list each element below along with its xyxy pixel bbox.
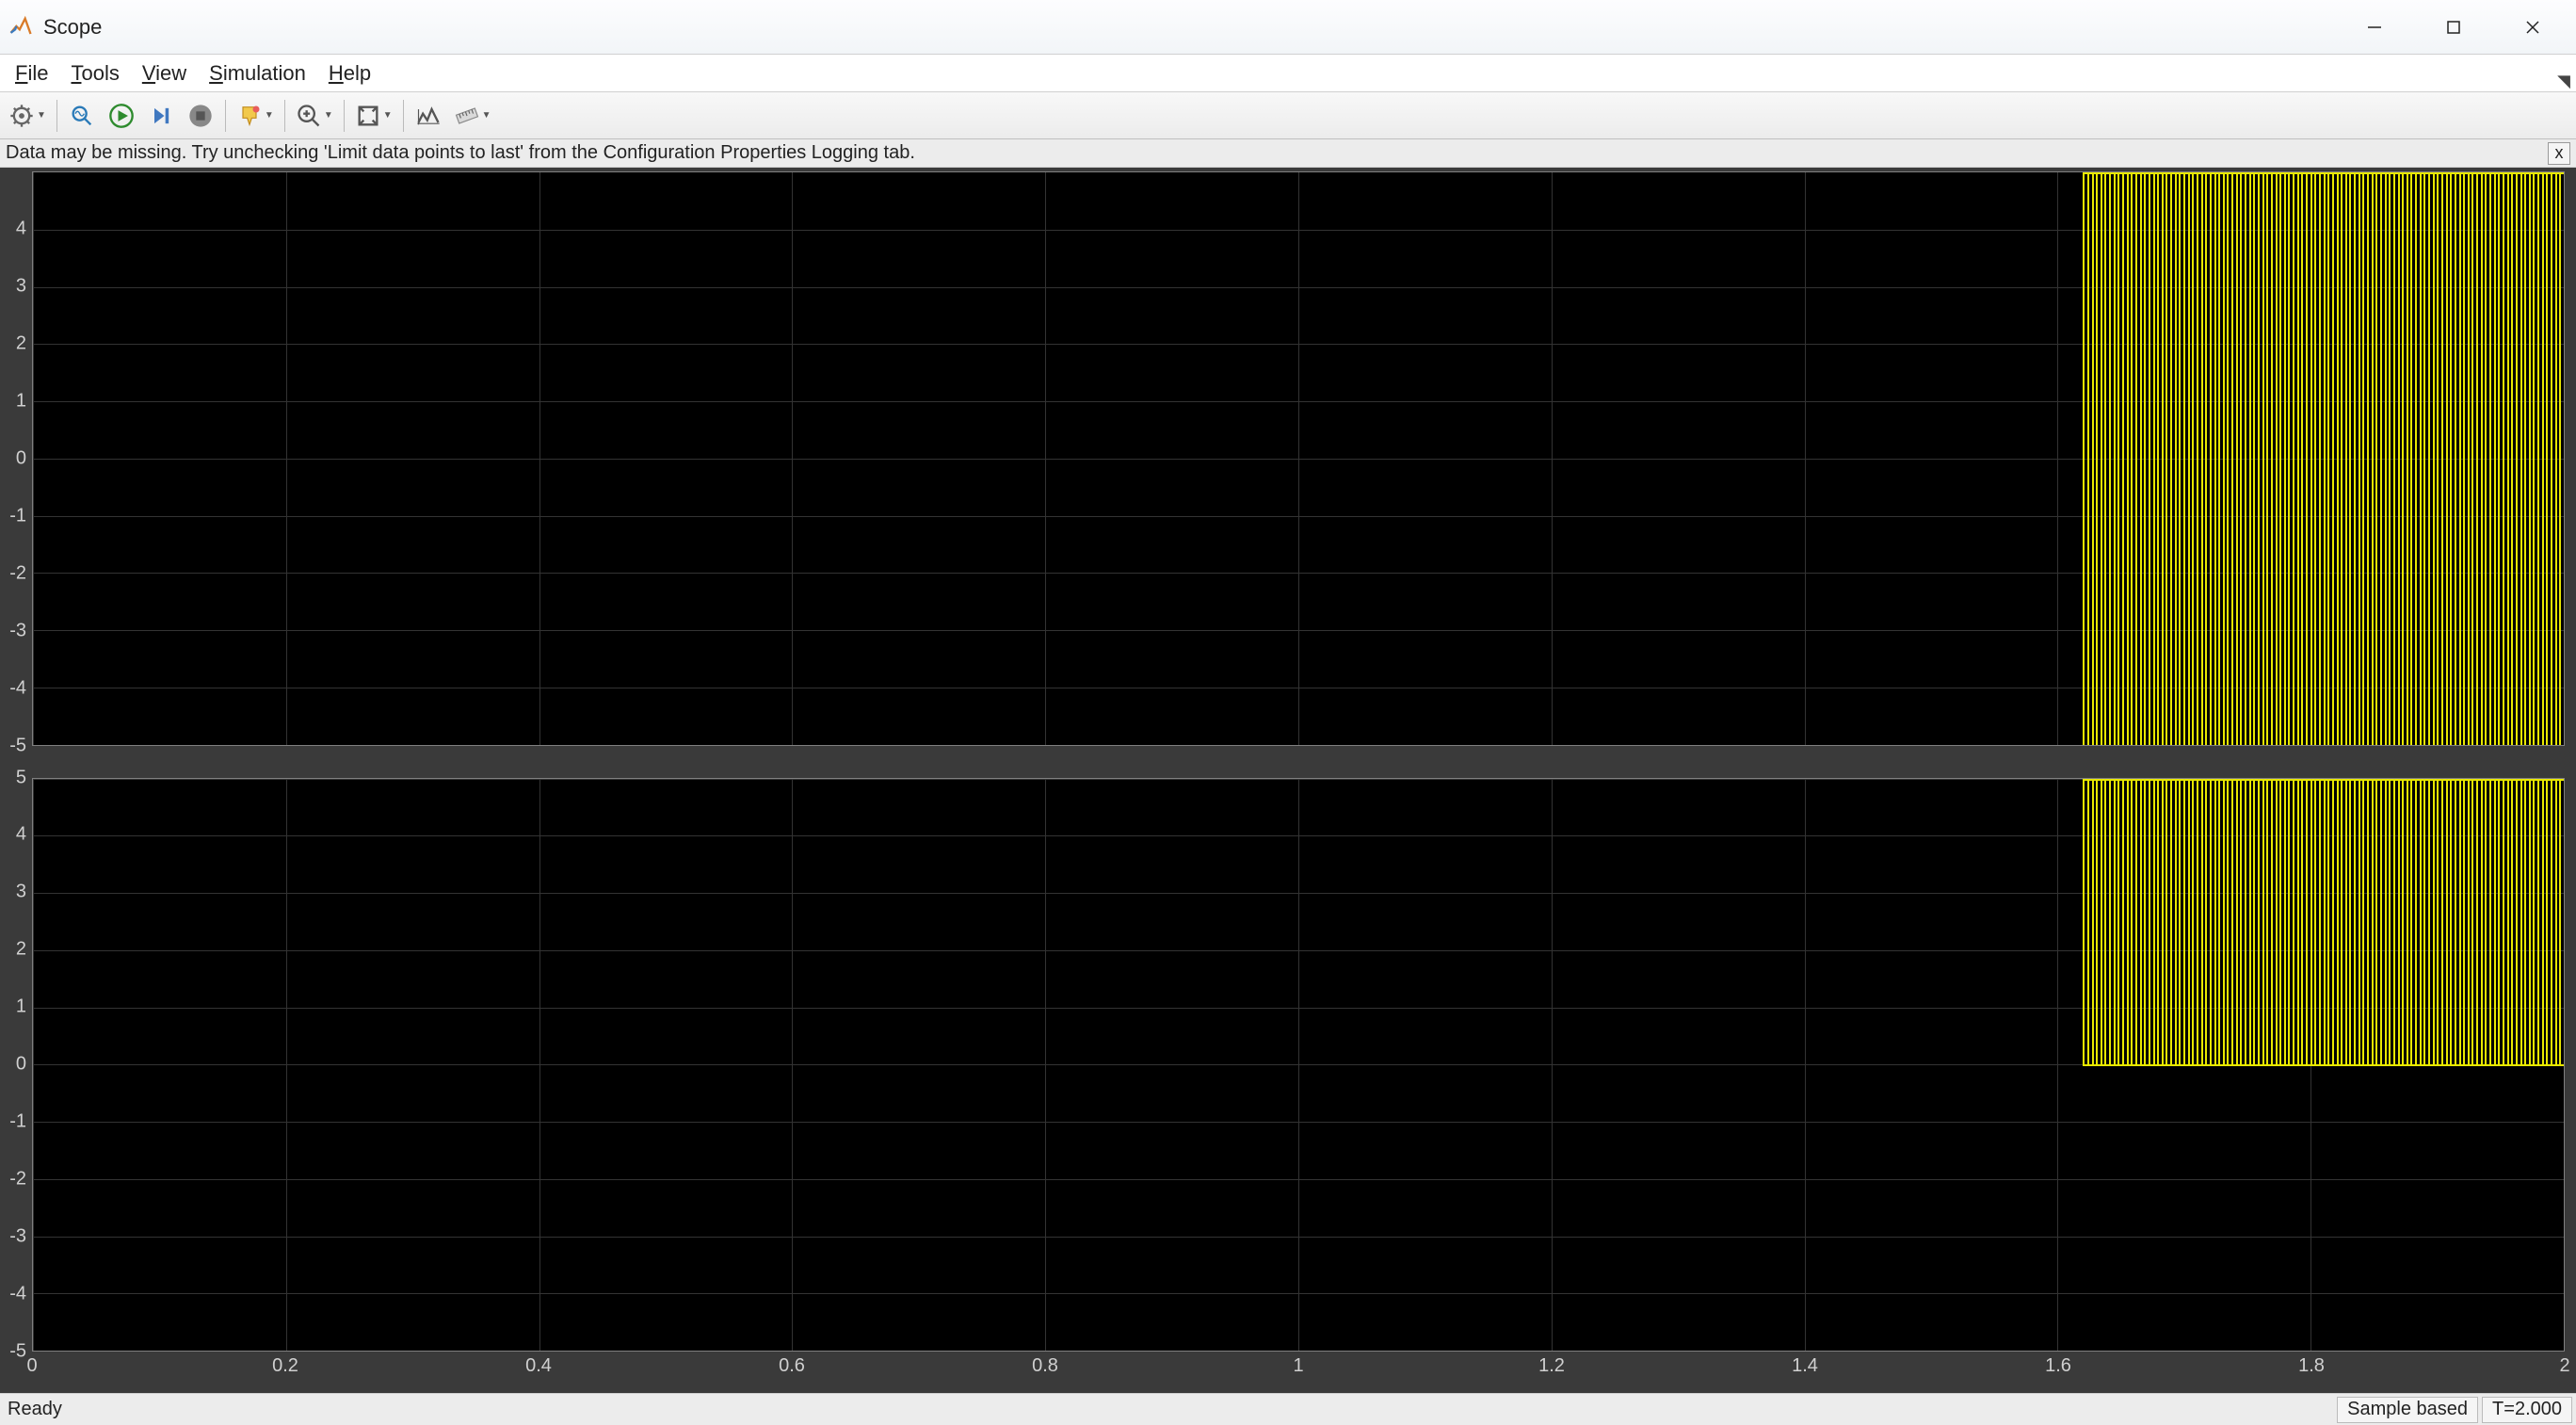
window-title: Scope (43, 15, 2335, 40)
y-tick-label: 4 (16, 824, 26, 846)
x-axis: 00.20.40.60.811.21.41.61.82 (32, 1352, 2565, 1393)
y-tick-label: -4 (9, 677, 26, 699)
y-tick-label: 2 (16, 332, 26, 354)
x-tick-label: 1.2 (1538, 1355, 1565, 1377)
dock-icon[interactable]: ◥ (2557, 72, 2570, 91)
measurements-button[interactable]: ▼ (449, 97, 496, 135)
configure-button[interactable]: ▼ (4, 97, 51, 135)
status-ready: Ready (4, 1399, 2333, 1420)
toolbar-separator (344, 100, 345, 132)
x-tick-label: 0.8 (1032, 1355, 1058, 1377)
warning-bar: Data may be missing. Try unchecking 'Lim… (0, 139, 2576, 168)
x-tick-label: 2 (2559, 1355, 2569, 1377)
signal-stats-button[interactable] (410, 97, 447, 135)
y-tick-label: -3 (9, 1226, 26, 1248)
find-signal-button[interactable] (63, 97, 101, 135)
y-tick-label: -4 (9, 1284, 26, 1305)
y-tick-label: -3 (9, 620, 26, 641)
y-tick-label: 3 (16, 882, 26, 903)
x-tick-label: 1.4 (1792, 1355, 1818, 1377)
toolbar-separator (284, 100, 285, 132)
title-bar: Scope (0, 0, 2576, 55)
step-forward-button[interactable] (142, 97, 180, 135)
x-tick-label: 1 (1293, 1355, 1303, 1377)
toolbar: ▼ ▼ ▼ ▼ ▼ (0, 92, 2576, 139)
maximize-button[interactable] (2414, 5, 2493, 50)
minimize-button[interactable] (2335, 5, 2414, 50)
run-button[interactable] (103, 97, 140, 135)
y-tick-label: 1 (16, 996, 26, 1018)
autoscale-button[interactable]: ▼ (350, 97, 397, 135)
x-tick-label: 1.6 (2045, 1355, 2071, 1377)
y-axis-bottom: -5-4-3-2-1012345 (0, 778, 32, 1352)
stop-button[interactable] (182, 97, 219, 135)
x-tick-label: 0.6 (779, 1355, 805, 1377)
menu-bar: File Tools View Simulation Help ◥ (0, 55, 2576, 92)
y-tick-label: 2 (16, 939, 26, 961)
toolbar-separator (225, 100, 226, 132)
menu-view[interactable]: View (131, 57, 198, 89)
menu-tools[interactable]: Tools (59, 57, 130, 89)
y-tick-label: 1 (16, 390, 26, 412)
menu-file[interactable]: File (4, 57, 59, 89)
x-tick-label: 1.8 (2298, 1355, 2325, 1377)
y-tick-label: -1 (9, 1111, 26, 1133)
y-axis-top: -5-4-3-2-101234 (0, 171, 32, 746)
axes-top: -5-4-3-2-101234 (0, 171, 2565, 746)
y-tick-label: 3 (16, 275, 26, 297)
y-tick-label: 0 (16, 1054, 26, 1076)
x-axis-row: 00.20.40.60.811.21.41.61.82 (0, 1352, 2565, 1393)
scope-area: -5-4-3-2-101234 -5-4-3-2-1012345 00.20.4… (0, 168, 2576, 1393)
y-tick-label: -2 (9, 1169, 26, 1190)
close-button[interactable] (2493, 5, 2572, 50)
x-tick-label: 0 (26, 1355, 37, 1377)
plot-top[interactable] (32, 171, 2565, 746)
y-tick-label: 4 (16, 218, 26, 239)
window-controls (2335, 5, 2572, 50)
menu-help[interactable]: Help (317, 57, 382, 89)
y-tick-label: 0 (16, 447, 26, 469)
x-tick-label: 0.2 (272, 1355, 298, 1377)
status-time: T=2.000 (2482, 1397, 2572, 1423)
warning-close-button[interactable]: x (2548, 142, 2570, 165)
x-tick-label: 0.4 (525, 1355, 552, 1377)
plot-bottom[interactable] (32, 778, 2565, 1352)
toolbar-separator (403, 100, 404, 132)
y-tick-label: -5 (9, 735, 26, 756)
status-sample: Sample based (2337, 1397, 2478, 1423)
highlight-button[interactable]: ▼ (232, 97, 279, 135)
menu-simulation[interactable]: Simulation (198, 57, 317, 89)
y-tick-label: -2 (9, 562, 26, 584)
axes-bottom: -5-4-3-2-1012345 (0, 778, 2565, 1352)
warning-text: Data may be missing. Try unchecking 'Lim… (6, 142, 2548, 164)
status-bar: Ready Sample based T=2.000 (0, 1393, 2576, 1425)
zoom-button[interactable]: ▼ (291, 97, 338, 135)
matlab-icon (8, 14, 34, 40)
y-tick-label: 5 (16, 767, 26, 788)
toolbar-separator (56, 100, 57, 132)
y-tick-label: -1 (9, 505, 26, 526)
